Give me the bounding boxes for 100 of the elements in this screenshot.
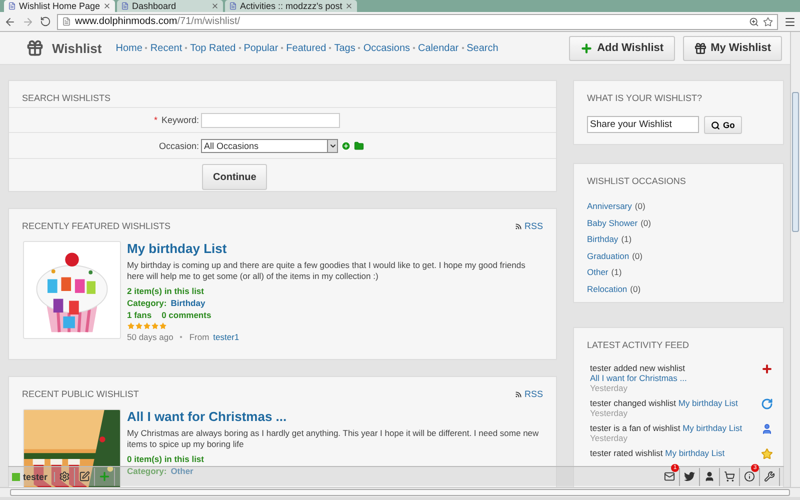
go-button[interactable]: Go	[704, 116, 742, 134]
vertical-scrollbar[interactable]	[790, 32, 800, 487]
item-count: 0 item(s) in this list	[127, 454, 205, 464]
occasion-link[interactable]: Baby Shower	[587, 216, 638, 229]
nav-link[interactable]: Home	[116, 42, 142, 54]
wishlist-link[interactable]: All I want for Christmas ...	[590, 373, 687, 383]
browser-tab[interactable]: Wishlist Home Page	[4, 0, 116, 12]
edit-icon	[78, 471, 90, 482]
wishlist-title[interactable]: My birthday List	[127, 241, 543, 256]
field-label: Occasion:	[158, 140, 199, 150]
back-icon[interactable]	[4, 16, 16, 28]
card-title: RECENT PUBLIC WISHLIST	[22, 389, 139, 399]
occasion-count: (0)	[630, 282, 641, 295]
card-title: WHAT IS YOUR WISHLIST?	[587, 93, 702, 103]
browser-tab[interactable]: Dashboard	[117, 0, 224, 12]
card-title: LATEST ACTIVITY FEED	[587, 340, 690, 350]
post-age: 50 days ago	[127, 332, 174, 342]
share-field[interactable]: Share your Wishlist	[587, 116, 699, 133]
required-mark: *	[154, 115, 158, 125]
wishlist-description: My birthday is coming up and there are quite a few goodies that I would like to get. I hope my good friends here will help me to get some (or all) of the items in my collection :)	[127, 260, 526, 282]
card-title: RECENTLY FEATURED WISHLISTS	[22, 221, 171, 231]
add-icon[interactable]	[341, 140, 351, 150]
add-wishlist-button[interactable]: Add Wishlist	[569, 36, 675, 60]
occasion-count: (0)	[640, 216, 651, 229]
occasion-count: (1)	[611, 266, 622, 278]
nav-link[interactable]: Calendar	[418, 42, 459, 54]
card-title: WISHLIST OCCASIONS	[587, 176, 686, 186]
bookmark-icon[interactable]	[763, 16, 773, 26]
plus-icon	[98, 470, 111, 483]
occasion-link[interactable]: Birthday	[587, 233, 618, 246]
occasion-select[interactable]: All Occasions	[201, 138, 338, 152]
info-icon	[744, 471, 755, 482]
occasion-count: (1)	[621, 233, 632, 246]
close-icon[interactable]	[103, 2, 112, 10]
activity-time: Yesterday	[590, 408, 628, 418]
star-icon	[761, 448, 773, 460]
plus-icon	[580, 42, 594, 54]
occasion-link[interactable]: Other	[587, 266, 608, 278]
activity-time: Yesterday	[590, 433, 628, 443]
wishlist-description: My Christmas are always boring as I hardly get anything. This year I hope it will be different. I need some new items to spice up my boring life	[127, 428, 540, 450]
url-path: /71/m/wishlist/	[177, 16, 240, 27]
nav-link[interactable]: Top Rated	[190, 42, 236, 54]
menu-icon[interactable]	[784, 16, 796, 28]
occasion-count: (0)	[632, 250, 642, 262]
url-host: www.dolphinmods.com	[75, 16, 178, 27]
category-label: Category:	[127, 466, 167, 476]
occasion-link[interactable]: Anniversary	[587, 200, 632, 212]
reload-icon[interactable]	[40, 16, 51, 27]
rss-icon	[515, 222, 522, 230]
rss-icon	[515, 390, 522, 398]
activity-text: tester changed wishlist My birthday List	[590, 398, 739, 408]
nav-link[interactable]: Occasions	[363, 42, 410, 54]
user-link[interactable]: tester	[12, 472, 55, 482]
settings-icon	[58, 471, 70, 482]
gift-icon	[694, 42, 707, 54]
wishlist-link[interactable]: My birthday List	[682, 423, 742, 433]
wrench-icon	[764, 471, 775, 482]
browser-tab[interactable]: Activities :: modzzz's post	[225, 0, 358, 12]
item-count: 2 item(s) in this list	[127, 286, 205, 296]
occasion-link[interactable]: Graduation	[587, 250, 630, 262]
search-icon	[711, 120, 720, 130]
rss-link[interactable]: RSS	[515, 221, 543, 231]
page-icon	[62, 17, 71, 26]
user-icon	[704, 471, 715, 482]
category-link[interactable]: Birthday	[170, 298, 206, 308]
zoom-icon[interactable]	[749, 16, 759, 26]
occasion-link[interactable]: Relocation	[587, 282, 628, 295]
comments-count: 0 comments	[162, 310, 212, 320]
author-link[interactable]: tester1	[213, 332, 240, 342]
caret-icon[interactable]	[328, 142, 336, 150]
continue-button[interactable]: Continue	[202, 164, 268, 190]
activity-text: tester is a fan of wishlist My birthday List	[590, 423, 744, 433]
my-wishlist-button[interactable]: My Wishlist	[682, 36, 782, 60]
rss-link[interactable]: RSS	[515, 389, 543, 399]
keyword-field[interactable]	[201, 112, 340, 128]
nav-link[interactable]: Popular	[244, 42, 278, 54]
nav-link[interactable]: Recent	[150, 42, 182, 54]
nav-link[interactable]: Search	[466, 42, 498, 54]
nav-link[interactable]: Featured	[286, 42, 326, 54]
occasion-count: (0)	[634, 200, 646, 212]
cart-icon	[724, 471, 735, 482]
wishlist-link[interactable]: My birthday List	[678, 398, 738, 408]
close-icon[interactable]	[345, 2, 354, 10]
card-title: SEARCH WISHLISTS	[22, 93, 111, 103]
gift-icon	[26, 39, 44, 57]
refresh-icon	[761, 398, 773, 410]
mail-icon	[664, 471, 675, 482]
page-title: Wishlist	[52, 40, 102, 56]
wishlist-title[interactable]: All I want for Christmas ...	[127, 409, 543, 424]
plus-icon	[761, 363, 773, 375]
from-label: From	[189, 332, 210, 342]
bird-icon	[684, 471, 695, 482]
wishlist-link[interactable]: My birthday List	[665, 448, 725, 458]
horizontal-scrollbar[interactable]	[0, 487, 800, 497]
close-icon[interactable]	[211, 2, 220, 10]
category-label: Category:	[127, 298, 167, 308]
page-icon	[8, 2, 16, 10]
nav-link[interactable]: Tags	[334, 42, 356, 54]
folder-icon[interactable]	[354, 140, 364, 150]
address-bar[interactable]: www.dolphinmods.com/71/m/wishlist/	[57, 14, 778, 30]
